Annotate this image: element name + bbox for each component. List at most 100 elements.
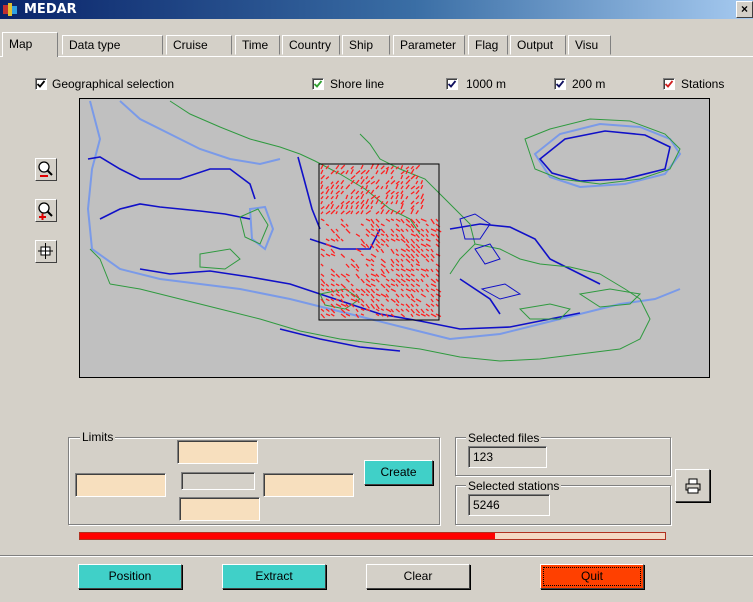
- station-mark: [390, 218, 395, 222]
- station-mark: [425, 238, 431, 242]
- station-mark: [380, 233, 385, 236]
- tab-ship[interactable]: Ship: [342, 35, 390, 55]
- station-mark: [410, 278, 416, 283]
- station-mark: [325, 188, 330, 195]
- station-mark: [340, 238, 344, 242]
- limits-south-field[interactable]: [179, 497, 260, 521]
- limits-east-field[interactable]: [263, 473, 354, 497]
- station-mark: [400, 218, 405, 224]
- station-mark: [375, 308, 380, 312]
- progress-fill: [80, 533, 496, 539]
- station-mark: [355, 179, 360, 185]
- limits-north-field[interactable]: [177, 440, 258, 464]
- quit-button[interactable]: Quit: [540, 564, 644, 589]
- tab-parameter[interactable]: Parameter: [393, 35, 465, 55]
- zoom-out-button[interactable]: [35, 158, 57, 181]
- station-mark: [385, 278, 390, 282]
- station-mark: [320, 195, 324, 200]
- station-mark: [320, 200, 323, 205]
- station-mark: [365, 185, 369, 190]
- station-mark: [395, 273, 401, 277]
- station-mark: [335, 273, 341, 278]
- station-mark: [355, 263, 360, 269]
- station-mark: [365, 263, 369, 267]
- station-mark: [365, 228, 371, 234]
- geographical-selection-checkbox[interactable]: [35, 78, 47, 90]
- station-mark: [345, 278, 350, 283]
- tab-output[interactable]: Output: [510, 35, 566, 55]
- station-mark: [400, 303, 405, 306]
- station-mark: [410, 253, 415, 259]
- station-mark: [370, 273, 377, 277]
- station-mark: [320, 164, 324, 170]
- station-mark: [360, 243, 367, 249]
- station-mark: [415, 278, 420, 282]
- station-mark: [335, 298, 340, 302]
- tab-time[interactable]: Time: [235, 35, 280, 55]
- limits-west-field[interactable]: [75, 473, 166, 497]
- station-mark: [370, 263, 375, 267]
- tab-map[interactable]: Map: [2, 32, 58, 57]
- zoom-in-button[interactable]: [35, 199, 57, 222]
- station-mark: [405, 195, 409, 200]
- station-mark: [395, 233, 399, 238]
- tab-cruise[interactable]: Cruise: [166, 35, 232, 55]
- station-mark: [325, 185, 329, 190]
- station-mark: [435, 303, 439, 307]
- station-mark: [340, 303, 347, 307]
- station-mark: [330, 313, 335, 317]
- station-mark: [395, 258, 400, 263]
- map-view[interactable]: [79, 98, 710, 378]
- tab-visu[interactable]: Visu: [568, 35, 611, 55]
- station-mark: [375, 211, 380, 215]
- station-mark: [400, 170, 405, 175]
- isobath-1000-checkbox[interactable]: [446, 78, 458, 90]
- station-mark: [420, 243, 427, 248]
- station-mark: [410, 283, 415, 288]
- station-mark: [385, 218, 391, 222]
- tab-data-type[interactable]: Data type: [62, 35, 163, 55]
- isobath-200-checkbox[interactable]: [554, 78, 566, 90]
- station-mark: [360, 238, 366, 245]
- station-mark: [375, 298, 380, 302]
- pan-button[interactable]: [35, 240, 57, 263]
- station-mark: [385, 180, 390, 185]
- print-button[interactable]: [675, 469, 710, 502]
- tab-label: Map: [9, 37, 33, 51]
- tab-label: Ship: [349, 38, 374, 52]
- position-button[interactable]: Position: [78, 564, 182, 589]
- limits-center-field[interactable]: [181, 472, 255, 490]
- station-mark: [410, 200, 415, 205]
- station-mark: [400, 268, 406, 272]
- tab-flag[interactable]: Flag: [468, 35, 508, 55]
- station-mark: [400, 233, 406, 240]
- station-mark: [335, 194, 339, 200]
- tab-country[interactable]: Country: [282, 35, 340, 55]
- station-mark: [330, 190, 334, 195]
- clear-button[interactable]: Clear: [366, 564, 470, 589]
- station-mark: [340, 210, 345, 215]
- station-mark: [350, 283, 354, 287]
- create-button[interactable]: Create: [364, 460, 433, 485]
- close-button[interactable]: ×: [736, 1, 753, 18]
- station-mark: [365, 288, 371, 294]
- stations-checkbox[interactable]: [663, 78, 675, 90]
- station-mark: [420, 218, 427, 222]
- station-mark: [390, 268, 394, 272]
- zoom-in-icon: [38, 202, 53, 220]
- station-mark: [370, 288, 376, 294]
- station-mark: [400, 193, 404, 200]
- shore-line-checkbox[interactable]: [312, 78, 324, 90]
- station-mark: [350, 165, 355, 170]
- station-mark: [405, 283, 409, 287]
- station-mark: [350, 189, 356, 195]
- station-mark: [430, 258, 434, 263]
- station-mark: [335, 238, 339, 242]
- station-mark: [425, 233, 429, 237]
- station-mark: [405, 288, 412, 292]
- tab-label: Parameter: [400, 38, 457, 52]
- station-mark: [330, 200, 334, 205]
- extract-button[interactable]: Extract: [222, 564, 326, 589]
- station-mark: [400, 190, 404, 195]
- station-mark: [365, 218, 371, 222]
